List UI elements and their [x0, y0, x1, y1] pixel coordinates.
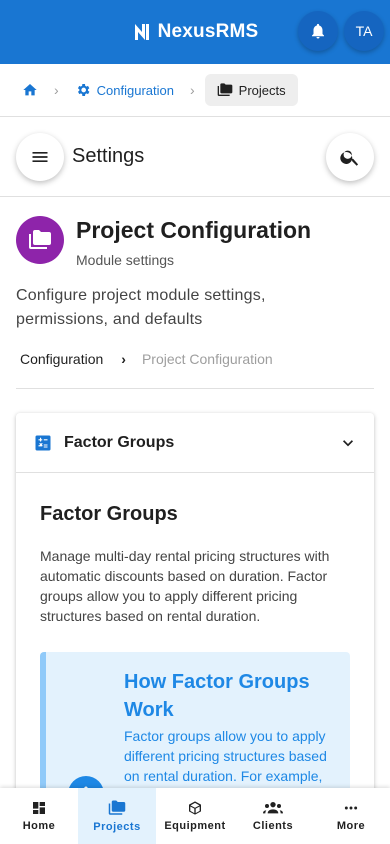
calculator-icon	[34, 434, 52, 452]
chevron-right-icon: ›	[121, 351, 126, 367]
breadcrumb-projects-label: Projects	[238, 82, 286, 98]
breadcrumb-projects: Projects	[204, 74, 298, 106]
nav-projects[interactable]: Projects	[78, 788, 156, 844]
page-description: Configure project module settings, permi…	[16, 287, 266, 328]
brand[interactable]: NexusRMS	[132, 21, 259, 43]
page-breadcrumb: Configuration › Project Configuration	[20, 351, 273, 367]
breadcrumb-configuration-label: Configuration	[96, 82, 174, 98]
menu-icon	[30, 147, 50, 167]
nav-projects-label: Projects	[93, 821, 141, 833]
factor-groups-accordion: Factor Groups Factor Groups Manage multi…	[16, 413, 374, 833]
brand-name: NexusRMS	[157, 21, 259, 42]
bottom-navigation: Home Projects Equipment Clients More	[0, 788, 390, 844]
box-icon	[187, 800, 203, 816]
chevron-down-icon[interactable]	[338, 433, 358, 453]
info-title: How Factor Groups Work	[124, 671, 310, 721]
page-subtitle: Module settings	[76, 252, 175, 268]
folder-icon	[217, 82, 233, 98]
more-icon	[343, 800, 359, 816]
section-title: Factor Groups	[40, 503, 178, 525]
section-description: Manage multi-day rental pricing structur…	[40, 548, 330, 624]
nav-home[interactable]: Home	[0, 788, 78, 844]
search-icon	[339, 146, 361, 168]
divider	[16, 388, 374, 389]
trail-configuration-link[interactable]: Configuration	[20, 351, 103, 367]
trail-current: Project Configuration	[141, 351, 273, 367]
settings-title: Settings	[72, 145, 145, 167]
chevron-right-icon: ›	[190, 82, 195, 98]
nav-more[interactable]: More	[312, 788, 390, 844]
nav-clients[interactable]: Clients	[234, 788, 312, 844]
notifications-button[interactable]	[298, 11, 338, 51]
page-header: Project Configuration Module settings	[16, 216, 374, 268]
accordion-header[interactable]: Factor Groups	[16, 413, 374, 473]
bell-icon	[309, 22, 327, 40]
breadcrumb: › Configuration › Projects	[0, 64, 390, 117]
nav-clients-label: Clients	[252, 820, 294, 832]
chevron-right-icon: ›	[54, 82, 59, 98]
menu-button[interactable]	[16, 132, 64, 181]
settings-header: Settings	[0, 117, 390, 197]
brand-logo-icon	[132, 22, 152, 42]
module-icon	[16, 216, 64, 264]
app-root: NexusRMS TA › Configuration › Projects S…	[0, 0, 390, 844]
accordion-title: Factor Groups	[64, 433, 175, 451]
folder-icon	[108, 799, 126, 817]
dashboard-icon	[31, 800, 47, 816]
nav-more-label: More	[336, 820, 366, 832]
home-icon[interactable]	[16, 76, 44, 104]
folder-icon	[28, 228, 52, 252]
people-icon	[263, 800, 283, 816]
accordion-body: Factor Groups Manage multi-day rental pr…	[16, 473, 374, 833]
nav-equipment-label: Equipment	[164, 820, 226, 832]
search-button[interactable]	[326, 132, 374, 181]
breadcrumb-configuration[interactable]: Configuration	[69, 78, 180, 102]
user-avatar[interactable]: TA	[344, 11, 384, 51]
top-app-bar: NexusRMS TA	[0, 0, 390, 64]
page-title: Project Configuration	[76, 217, 312, 243]
nav-equipment[interactable]: Equipment	[156, 788, 234, 844]
gear-icon	[75, 82, 91, 98]
nav-home-label: Home	[22, 820, 56, 832]
